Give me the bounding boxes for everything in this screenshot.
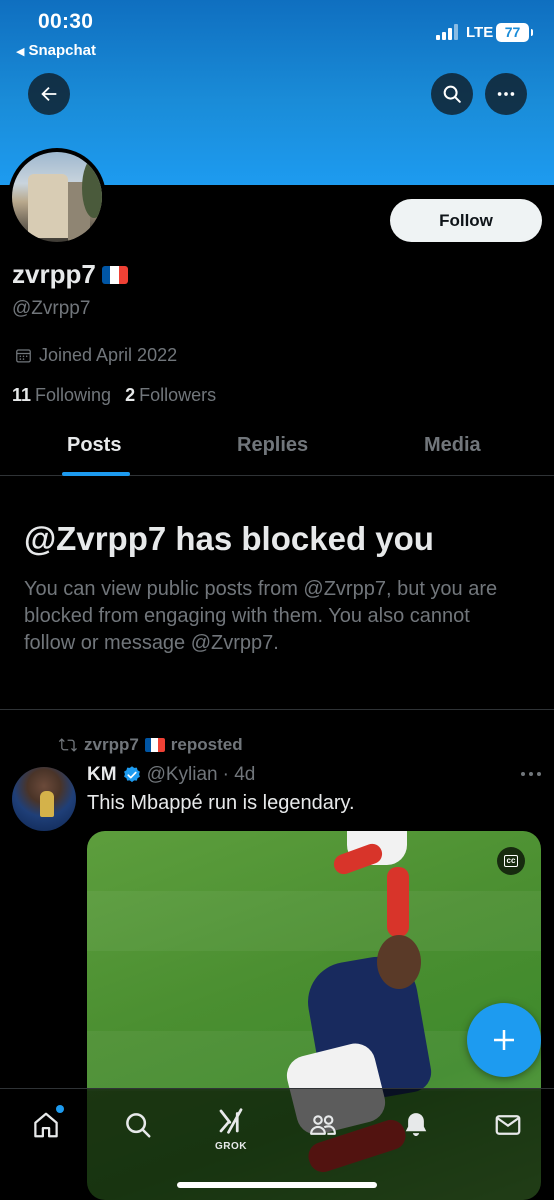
france-flag-icon bbox=[101, 265, 128, 284]
repost-icon bbox=[58, 738, 77, 752]
back-triangle-icon: ◀ bbox=[16, 46, 25, 58]
communities-icon bbox=[310, 1115, 336, 1135]
followers-label: Followers bbox=[139, 385, 217, 405]
post-author-handle[interactable]: @Kylian bbox=[147, 764, 218, 786]
post-author-name[interactable]: KM bbox=[87, 764, 117, 786]
repost-user[interactable]: zvrpp7 bbox=[84, 735, 139, 755]
home-icon bbox=[34, 1112, 58, 1138]
following-count: 11 bbox=[12, 385, 32, 405]
blocked-body: You can view public posts from @Zvrpp7, … bbox=[24, 578, 498, 654]
back-app-label: Snapchat bbox=[28, 42, 96, 59]
network-type: LTE bbox=[466, 24, 494, 41]
display-name-text: zvrpp7 bbox=[12, 259, 96, 289]
more-dots-icon bbox=[497, 92, 515, 96]
search-icon bbox=[443, 85, 461, 103]
joined-date: Joined April 2022 bbox=[14, 345, 177, 366]
captions-icon[interactable]: cc bbox=[497, 847, 525, 875]
tab-media[interactable]: Media bbox=[424, 434, 481, 457]
divider bbox=[0, 709, 554, 710]
nav-notifications[interactable] bbox=[396, 1105, 436, 1145]
captions-label: cc bbox=[503, 855, 519, 867]
nav-communities[interactable] bbox=[303, 1105, 343, 1145]
joined-text: Joined April 2022 bbox=[39, 345, 178, 365]
post-more-icon[interactable] bbox=[518, 764, 544, 784]
mail-icon bbox=[495, 1115, 521, 1135]
grok-label: GROK bbox=[215, 1141, 247, 1152]
post-text: This Mbappé run is legendary. bbox=[87, 792, 355, 814]
display-name: zvrpp7 bbox=[12, 259, 128, 290]
compose-post-button[interactable] bbox=[467, 1003, 541, 1077]
followers-link[interactable]: 2 Followers bbox=[125, 385, 216, 406]
tab-replies[interactable]: Replies bbox=[237, 434, 308, 457]
follow-stats: 11 Following 2 Followers bbox=[12, 385, 216, 406]
repost-label: reposted bbox=[170, 735, 243, 754]
status-time: 00:30 bbox=[38, 10, 94, 33]
repost-indicator: zvrpp7 reposted bbox=[58, 735, 243, 755]
home-indicator[interactable] bbox=[177, 1182, 377, 1188]
france-flag-icon bbox=[144, 738, 165, 752]
profile-tabs: Posts Replies Media bbox=[0, 420, 554, 476]
battery-icon: 77 bbox=[496, 23, 533, 42]
calendar-icon bbox=[16, 349, 31, 363]
nav-grok[interactable]: GROK bbox=[211, 1105, 251, 1152]
bell-icon bbox=[405, 1113, 427, 1136]
following-label: Following bbox=[35, 385, 112, 405]
grok-icon bbox=[219, 1108, 243, 1134]
more-options-button[interactable] bbox=[485, 73, 527, 115]
post-author-avatar[interactable] bbox=[12, 767, 76, 831]
profile-avatar[interactable] bbox=[8, 148, 106, 246]
cellular-signal-icon bbox=[436, 24, 458, 40]
search-icon bbox=[126, 1113, 151, 1138]
post-time: · 4d bbox=[222, 764, 256, 785]
blocked-title: @Zvrpp7 has blocked you bbox=[24, 520, 434, 557]
avatar-image bbox=[12, 152, 102, 242]
plus-icon bbox=[494, 1030, 514, 1050]
follow-button[interactable]: Follow bbox=[390, 199, 542, 242]
arrow-left-icon bbox=[41, 86, 57, 102]
search-button[interactable] bbox=[431, 73, 473, 115]
tab-posts[interactable]: Posts bbox=[67, 434, 121, 457]
profile-handle: @Zvrpp7 bbox=[12, 298, 91, 319]
home-notification-dot bbox=[56, 1105, 64, 1113]
post-author: KM @Kylian · 4d bbox=[87, 764, 255, 786]
nav-explore[interactable] bbox=[118, 1105, 158, 1145]
nav-home[interactable] bbox=[26, 1105, 66, 1145]
verified-badge-icon bbox=[123, 766, 140, 783]
back-to-app-link[interactable]: ◀ Snapchat bbox=[16, 42, 96, 59]
following-link[interactable]: 11 Following bbox=[12, 385, 111, 406]
nav-messages[interactable] bbox=[488, 1105, 528, 1145]
back-button[interactable] bbox=[28, 73, 70, 115]
followers-count: 2 bbox=[125, 385, 136, 405]
active-tab-indicator bbox=[62, 472, 130, 476]
